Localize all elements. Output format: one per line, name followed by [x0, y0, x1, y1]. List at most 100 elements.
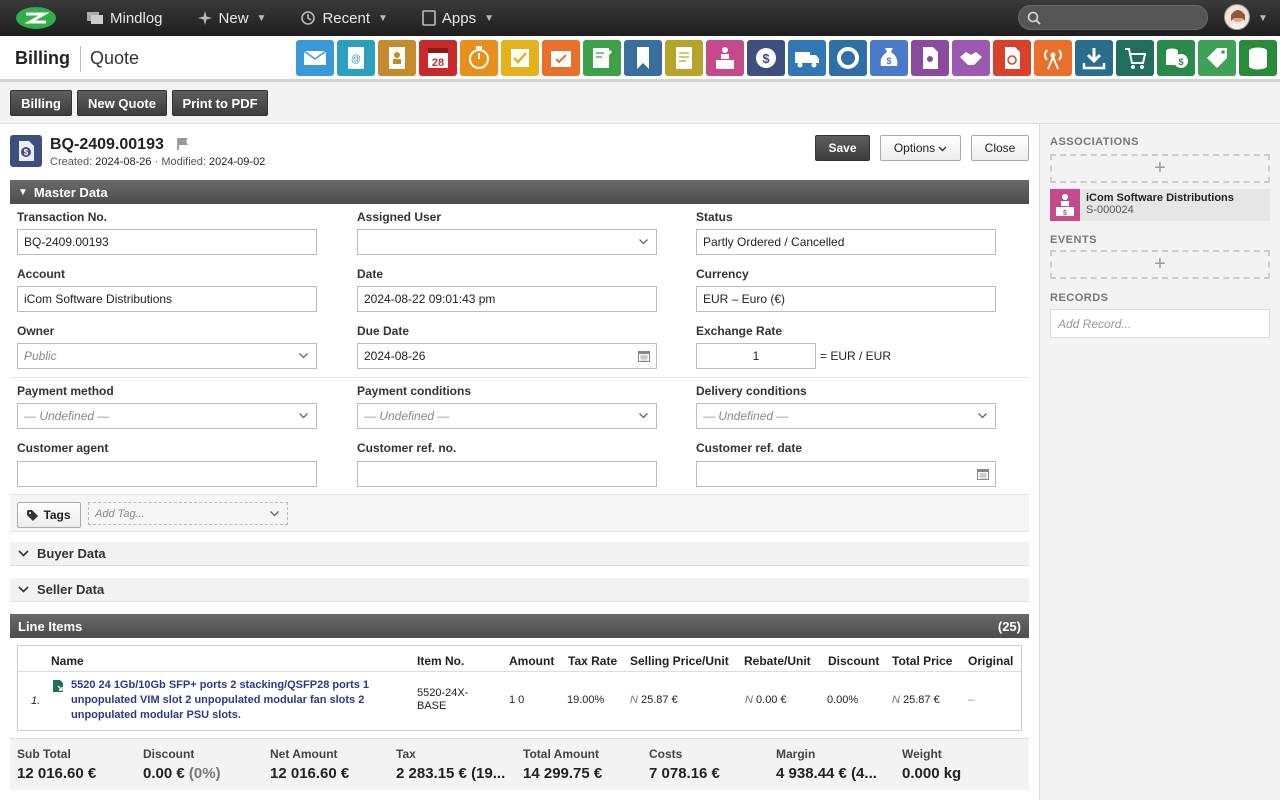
col-rebate-header[interactable]: Rebate/Unit: [744, 654, 811, 668]
association-item[interactable]: $ iCom Software Distributions S-000024: [1050, 189, 1270, 221]
calendar-icon[interactable]: [638, 350, 650, 362]
col-name-header[interactable]: Name: [51, 654, 84, 668]
customer-ref-date-field[interactable]: [696, 461, 996, 487]
notes-icon[interactable]: [583, 40, 621, 76]
modified-date: 2024-09-02: [209, 156, 266, 168]
broadcast-icon[interactable]: [1034, 40, 1072, 76]
contract-icon[interactable]: [911, 40, 949, 76]
calendar-icon[interactable]: [977, 468, 989, 480]
global-search-input[interactable]: [1018, 5, 1208, 30]
currency-field[interactable]: EUR – Euro (€): [696, 286, 996, 312]
contacts-icon[interactable]: [378, 40, 416, 76]
tags-button[interactable]: Tags: [17, 502, 81, 528]
mail-icon[interactable]: [296, 40, 334, 76]
seller-data-section-header[interactable]: Seller Data: [10, 578, 1029, 602]
add-event-dropzone[interactable]: +: [1050, 250, 1270, 279]
owner-select[interactable]: Public: [17, 343, 317, 369]
add-association-dropzone[interactable]: +: [1050, 154, 1270, 183]
col-item-no-header[interactable]: Item No.: [417, 654, 464, 668]
tags-button-label: Tags: [43, 508, 71, 522]
address-book-icon[interactable]: @: [337, 40, 375, 76]
calendar-icon[interactable]: 28: [419, 40, 457, 76]
download-icon-glyph: [1082, 48, 1106, 70]
pdf-icon[interactable]: [993, 40, 1031, 76]
exchange-rate-field[interactable]: 1: [696, 343, 816, 369]
date-field[interactable]: 2024-08-22 09:01:43 pm: [357, 286, 657, 312]
app-logo[interactable]: [14, 5, 58, 31]
status-field[interactable]: Partly Ordered / Cancelled: [696, 229, 996, 255]
handshake-icon-glyph: [960, 52, 982, 65]
association-code: S-000024: [1086, 204, 1134, 216]
nav-mindlog[interactable]: Mindlog: [86, 10, 163, 27]
customer-agent-field[interactable]: [17, 461, 317, 487]
breadcrumb-module[interactable]: Billing: [15, 48, 70, 69]
line-items-section-header[interactable]: Line Items (25): [10, 614, 1029, 638]
tasks-icon[interactable]: [501, 40, 539, 76]
payment-method-select[interactable]: — Undefined —: [17, 403, 317, 429]
net-indicator: N: [745, 694, 753, 706]
options-button[interactable]: Options: [880, 135, 961, 161]
price-tag-icon[interactable]: [1198, 40, 1236, 76]
database-icon[interactable]: [1239, 40, 1277, 76]
chevron-down-icon[interactable]: ▼: [1258, 13, 1268, 24]
bookmark-icon[interactable]: [624, 40, 662, 76]
add-record-input[interactable]: Add Record...: [1050, 309, 1270, 338]
add-tag-input[interactable]: Add Tag...: [88, 502, 288, 525]
document-icon[interactable]: [665, 40, 703, 76]
new-quote-button[interactable]: New Quote: [77, 90, 167, 116]
selling-price-value: 25.87 €: [641, 694, 678, 706]
events-heading: EVENTS: [1050, 234, 1098, 246]
total-price-cell: N 25.87 €: [892, 694, 940, 706]
section-divider: [10, 377, 1029, 378]
close-button[interactable]: Close: [971, 135, 1029, 161]
col-selling-price-header[interactable]: Selling Price/Unit: [630, 654, 729, 668]
delivery-conditions-value: — Undefined —: [703, 409, 789, 423]
col-total-price-header[interactable]: Total Price: [892, 654, 952, 668]
sales-desk-icon[interactable]: [706, 40, 744, 76]
assigned-user-select[interactable]: [357, 229, 657, 255]
transaction-no-field[interactable]: BQ-2409.00193: [17, 229, 317, 255]
master-data-section-header[interactable]: ▼ Master Data: [10, 180, 1029, 204]
download-icon[interactable]: [1075, 40, 1113, 76]
support-icon-glyph: [837, 47, 859, 69]
avatar[interactable]: [1224, 4, 1250, 30]
breadcrumb-view: Quote: [90, 48, 140, 68]
nav-new[interactable]: New ▼: [197, 10, 266, 27]
col-discount-header[interactable]: Discount: [828, 654, 879, 668]
cash-icon[interactable]: $: [1157, 40, 1195, 76]
chevron-down-icon: [639, 239, 648, 245]
cart-icon[interactable]: [1116, 40, 1154, 76]
costs-value: 7 078.16 €: [649, 765, 720, 782]
nav-recent-label: Recent: [322, 9, 370, 27]
save-button[interactable]: Save: [815, 135, 870, 161]
money-bag-icon[interactable]: $: [870, 40, 908, 76]
chevron-down-icon: ▼: [484, 12, 494, 24]
handshake-icon[interactable]: [952, 40, 990, 76]
col-original-header[interactable]: Original: [968, 654, 1013, 668]
delivery-truck-icon[interactable]: [788, 40, 826, 76]
account-field[interactable]: iCom Software Distributions: [17, 286, 317, 312]
chevron-down-icon: [18, 586, 29, 593]
product-name-link[interactable]: 5520 24 1Gb/10Gb SFP+ ports 2 stacking/Q…: [71, 678, 369, 723]
checklist-folder-icon[interactable]: [542, 40, 580, 76]
customer-ref-no-field[interactable]: [357, 461, 657, 487]
buyer-data-section-header[interactable]: Buyer Data: [10, 542, 1029, 566]
nav-recent[interactable]: Recent ▼: [300, 9, 388, 27]
nav-apps[interactable]: Apps ▼: [422, 10, 494, 27]
delivery-conditions-select[interactable]: — Undefined —: [696, 403, 996, 429]
billing-button[interactable]: Billing: [10, 90, 72, 116]
flag-icon[interactable]: [176, 137, 190, 151]
payment-conditions-select[interactable]: — Undefined —: [357, 403, 657, 429]
sub-total-label: Sub Total: [17, 747, 71, 761]
col-amount-header[interactable]: Amount: [509, 654, 554, 668]
support-icon[interactable]: [829, 40, 867, 76]
payment-conditions-label: Payment conditions: [357, 384, 472, 398]
billing-dollar-icon[interactable]: $: [747, 40, 785, 76]
customer-ref-date-label: Customer ref. date: [696, 441, 803, 455]
table-row[interactable]: 1. 5520 24 1Gb/10Gb SFP+ ports 2 stackin…: [18, 673, 1021, 730]
due-date-field[interactable]: 2024-08-26: [357, 343, 657, 369]
stopwatch-icon[interactable]: [460, 40, 498, 76]
modified-label: · Modified:: [154, 156, 206, 168]
print-pdf-button[interactable]: Print to PDF: [172, 90, 268, 116]
col-tax-rate-header[interactable]: Tax Rate: [568, 654, 617, 668]
